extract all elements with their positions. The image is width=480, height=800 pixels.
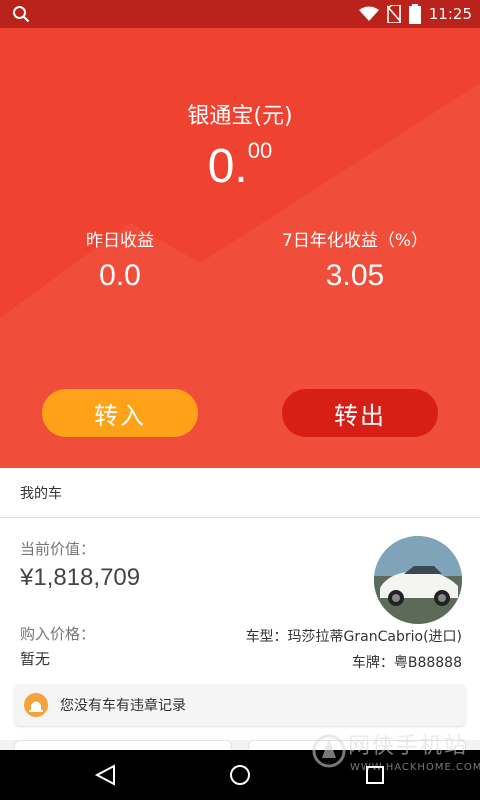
transfer-in-button[interactable]: 转入 [42,389,198,437]
watermark: 网侠手机站 WWW.HACKHOME.COM [312,726,480,790]
violation-notice[interactable]: 您没有车有违章记录 [14,684,466,726]
clock: 11:25 [428,5,472,23]
car-model: 车型：玛莎拉蒂GranCabrio(进口) [245,629,462,645]
wallet-balance: 0.00 [0,138,480,194]
my-car-header[interactable]: 我的车 [0,468,480,518]
home-icon[interactable] [229,764,251,786]
watermark-logo [312,734,346,768]
yesterday-earnings-label: 昨日收益 [86,231,154,251]
wallet-title: 银通宝(元) [187,104,293,129]
annual-yield: 7日年化收益（%） 3.05 [255,226,455,293]
annual-yield-label: 7日年化收益（%） [282,231,428,251]
status-icons: 11:25 [358,3,472,25]
yesterday-earnings: 昨日收益 0.0 [20,226,220,293]
purchase-price: 暂无 [20,650,51,668]
car-photo [374,536,462,624]
wallet-hero: 银通宝(元) 0.00 昨日收益 0.0 7日年化收益（%） 3.05 转入 转… [0,28,480,468]
siren-icon [24,693,48,717]
violation-notice-text: 您没有车有违章记录 [60,698,186,714]
yesterday-earnings-value: 0.0 [99,259,141,292]
current-value: ¥1,818,709 [20,564,141,591]
balance-decimal: 00 [247,138,273,163]
balance-integer: 0. [207,140,248,193]
watermark-brand: 网侠手机站 [348,734,469,759]
wifi-icon [358,6,379,21]
transfer-out-button[interactable]: 转出 [282,389,438,437]
my-car-card: 我的车 当前价值： ¥1,818,709 购入价格： 暂无 车型：玛莎拉蒂Gra… [0,468,480,748]
car-avatar[interactable] [374,536,462,624]
car-plate: 车牌：粤B88888 [351,655,462,671]
status-bar: 11:25 [0,0,480,28]
purchase-price-label: 购入价格： [20,625,96,643]
no-sim-icon [386,5,401,23]
current-value-label: 当前价值： [20,540,96,558]
watermark-url: WWW.HACKHOME.COM [350,762,480,773]
battery-icon [408,4,421,24]
next-card-left[interactable] [14,740,232,750]
back-icon[interactable] [94,764,116,786]
search-icon[interactable] [12,5,30,23]
annual-yield-value: 3.05 [325,259,385,292]
